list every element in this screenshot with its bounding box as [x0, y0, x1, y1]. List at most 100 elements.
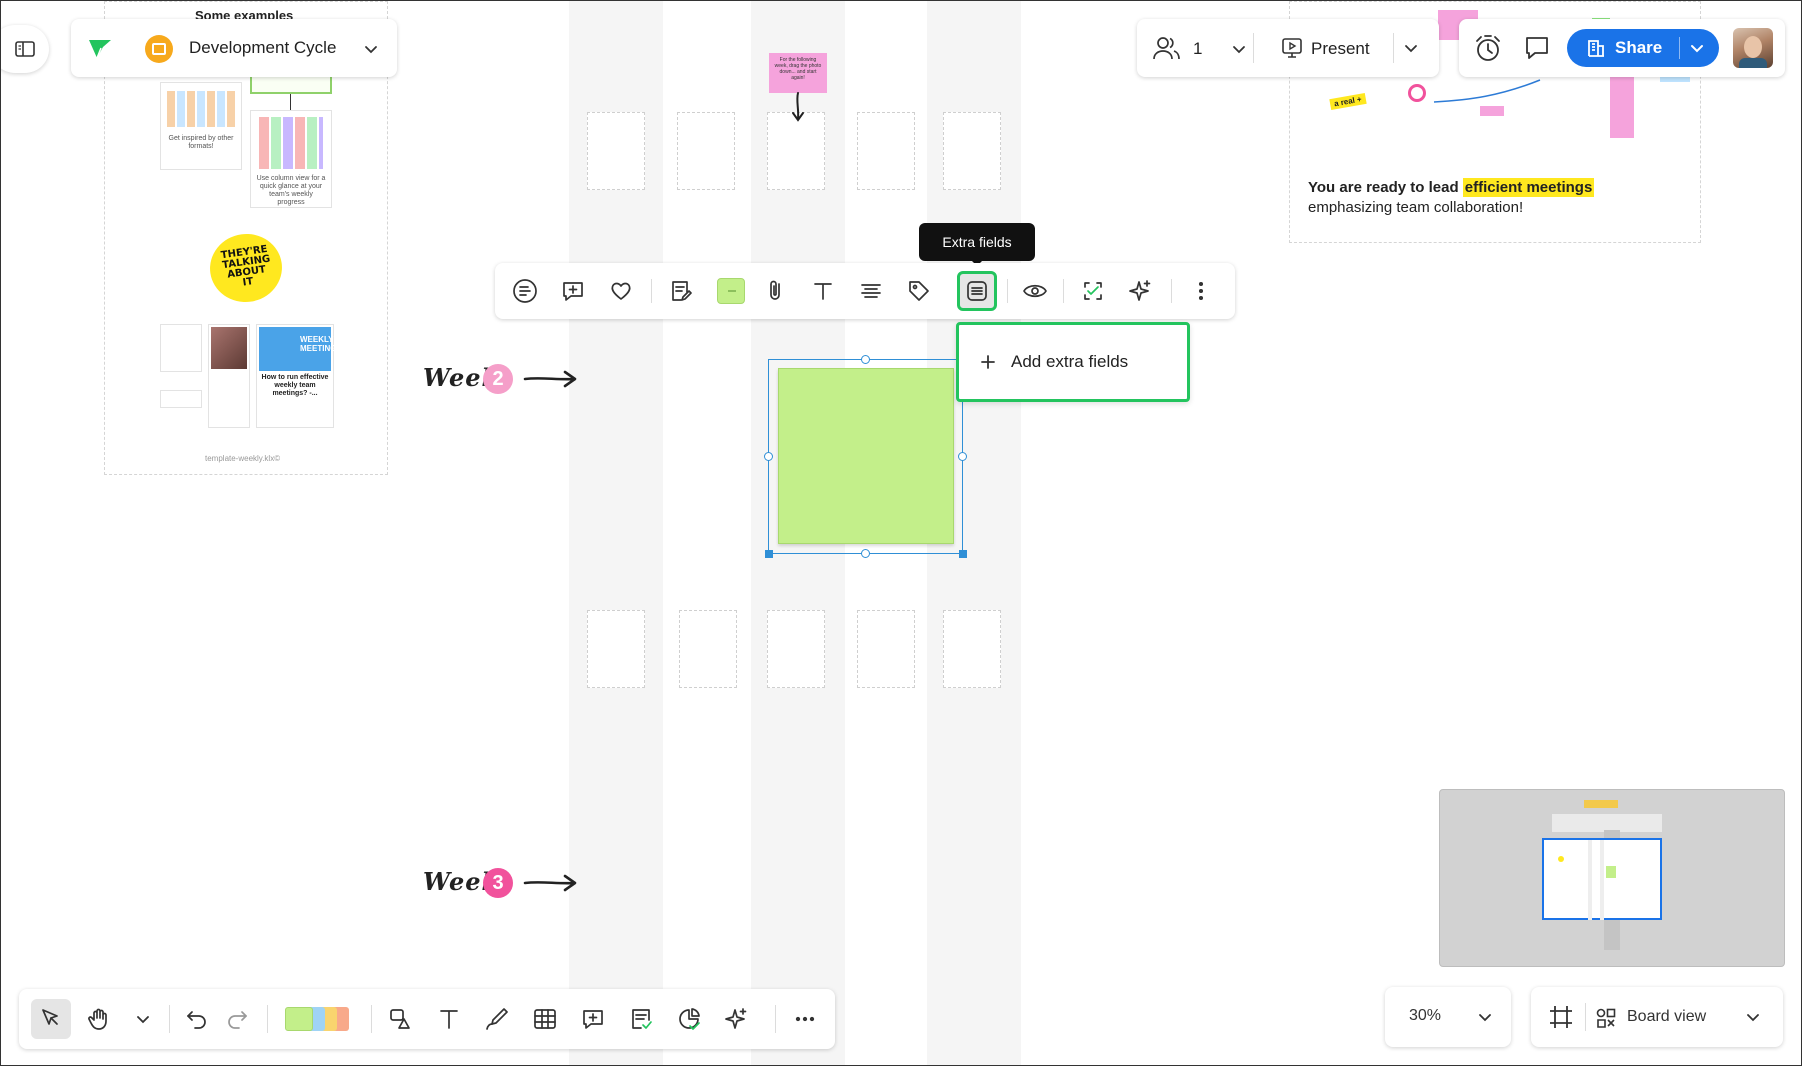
testimonial-card — [160, 390, 202, 408]
attachment-icon[interactable] — [759, 275, 791, 307]
shapes-tool-icon[interactable] — [383, 1001, 419, 1037]
text-tool-icon[interactable] — [431, 1001, 467, 1037]
widgets-tool-icon[interactable] — [671, 1001, 707, 1037]
tag-icon[interactable] — [903, 275, 935, 307]
selection-toolbar — [495, 263, 1235, 319]
whiteboard-canvas[interactable]: For the following week, drag the photo d… — [0, 0, 1802, 1066]
testimonial-card — [160, 324, 202, 372]
details-icon[interactable] — [509, 275, 541, 307]
corner-handle[interactable] — [765, 550, 773, 558]
task-tool-icon[interactable] — [623, 1001, 659, 1037]
card-placeholder — [857, 610, 915, 688]
chevron-down-icon[interactable] — [1745, 1009, 1761, 1025]
main-toolbar — [19, 989, 835, 1049]
board-view-label: Board view — [1627, 1008, 1707, 1025]
closing-text-line2: emphasizing team collaboration! — [1308, 199, 1524, 216]
align-center-icon[interactable] — [855, 275, 887, 307]
avatar — [211, 327, 247, 369]
color-swatch-button[interactable] — [717, 278, 745, 304]
extra-fields-tooltip: Extra fields — [919, 223, 1035, 261]
extra-fields-icon[interactable] — [957, 271, 997, 311]
board-title-panel: Development Cycle — [71, 19, 397, 77]
example-thumbnail[interactable]: Get inspired by other formats! — [160, 82, 242, 170]
arrow-right-icon — [523, 370, 577, 388]
article-card[interactable]: WEEKLY MEETING How to run effective week… — [256, 324, 337, 428]
instruction-sticky-note[interactable]: For the following week, drag the photo d… — [769, 53, 827, 93]
heart-icon[interactable] — [605, 275, 637, 307]
chevron-down-icon[interactable] — [1477, 1009, 1493, 1025]
add-extra-fields-label: Add extra fields — [1011, 352, 1129, 371]
resize-handle[interactable] — [764, 452, 773, 461]
present-button[interactable]: Present — [1281, 31, 1399, 65]
card-placeholder — [767, 610, 825, 688]
corner-handle[interactable] — [959, 550, 967, 558]
chevron-down-icon[interactable] — [135, 1011, 151, 1027]
more-vertical-icon[interactable] — [1185, 275, 1217, 307]
avatar[interactable] — [1733, 28, 1773, 68]
edit-note-icon[interactable] — [665, 275, 697, 307]
zoom-panel[interactable]: 30% — [1385, 987, 1511, 1047]
text-format-icon[interactable] — [807, 275, 839, 307]
card-placeholder — [587, 610, 645, 688]
card-placeholder — [677, 112, 735, 190]
sticky-notes-tool[interactable] — [285, 1005, 359, 1033]
timer-icon[interactable] — [1473, 33, 1503, 63]
card-placeholder — [943, 112, 1001, 190]
example-thumbnail[interactable]: Use column view for a quick glance at yo… — [250, 110, 332, 208]
ai-sparkle-icon[interactable] — [1125, 275, 1157, 307]
resize-handle[interactable] — [958, 452, 967, 461]
arrow-right-icon — [523, 874, 577, 892]
arrow-down-icon — [792, 92, 804, 122]
template-footer: template-weekly.klx© — [205, 454, 281, 463]
share-button[interactable]: Share — [1567, 29, 1719, 67]
comment-tool-icon[interactable] — [575, 1001, 611, 1037]
share-panel: Share — [1459, 19, 1785, 77]
people-icon — [1153, 37, 1180, 60]
resize-handle[interactable] — [861, 549, 870, 558]
more-horizontal-icon[interactable] — [787, 1001, 823, 1037]
card-placeholder — [679, 610, 737, 688]
hand-tool-icon[interactable] — [81, 1001, 117, 1037]
article-title: How to run effective weekly team meeting… — [261, 374, 329, 397]
chevron-down-icon[interactable] — [1689, 40, 1705, 56]
chevron-down-icon[interactable] — [363, 41, 379, 57]
badge-text: THEY'RE TALKING ABOUT IT — [220, 243, 271, 289]
selection-frame — [768, 359, 963, 554]
example-caption: Get inspired by other formats! — [168, 135, 234, 150]
closing-text-highlight: efficient meetings — [1462, 178, 1595, 197]
resize-handle[interactable] — [861, 355, 870, 364]
minimap-viewport[interactable] — [1542, 838, 1662, 920]
chevron-down-icon[interactable] — [1231, 41, 1247, 57]
frame-icon[interactable] — [1547, 1003, 1575, 1031]
table-tool-icon[interactable] — [527, 1001, 563, 1037]
undo-icon[interactable] — [179, 1001, 215, 1037]
weekly-meeting-tag: WEEKLY MEETING — [300, 335, 337, 353]
ai-tool-icon[interactable] — [719, 1001, 755, 1037]
minimap[interactable] — [1439, 789, 1785, 967]
board-icon — [145, 35, 173, 63]
card-placeholder — [587, 112, 645, 190]
add-extra-fields-button[interactable]: Add extra fields — [979, 347, 1128, 377]
convert-task-icon[interactable] — [1077, 275, 1109, 307]
board-view-button[interactable]: Board view — [1595, 999, 1765, 1035]
select-tool-icon[interactable] — [31, 999, 71, 1039]
board-title[interactable]: Development Cycle — [189, 38, 336, 58]
sticky-note-text: For the following week, drag the photo d… — [774, 57, 822, 81]
participants-button[interactable]: 1 — [1153, 31, 1257, 65]
comment-add-icon[interactable] — [557, 275, 589, 307]
redo-icon[interactable] — [219, 1001, 255, 1037]
sidebar-toggle-button[interactable] — [1, 25, 49, 73]
pen-tool-icon[interactable] — [479, 1001, 515, 1037]
zoom-level: 30% — [1409, 1007, 1442, 1024]
tooltip-text: Extra fields — [942, 234, 1012, 250]
present-label: Present — [1311, 39, 1370, 58]
app-logo-icon[interactable] — [87, 37, 113, 61]
example-caption: Use column view for a quick glance at yo… — [256, 175, 326, 206]
eye-icon[interactable] — [1019, 275, 1051, 307]
view-panel: Board view — [1531, 987, 1783, 1047]
closing-text-prefix: You are ready to lead — [1308, 179, 1463, 196]
comments-icon[interactable] — [1523, 34, 1551, 62]
chevron-down-icon[interactable] — [1403, 40, 1419, 56]
share-building-icon — [1588, 40, 1604, 57]
real-tag: a real + — [1329, 92, 1367, 111]
